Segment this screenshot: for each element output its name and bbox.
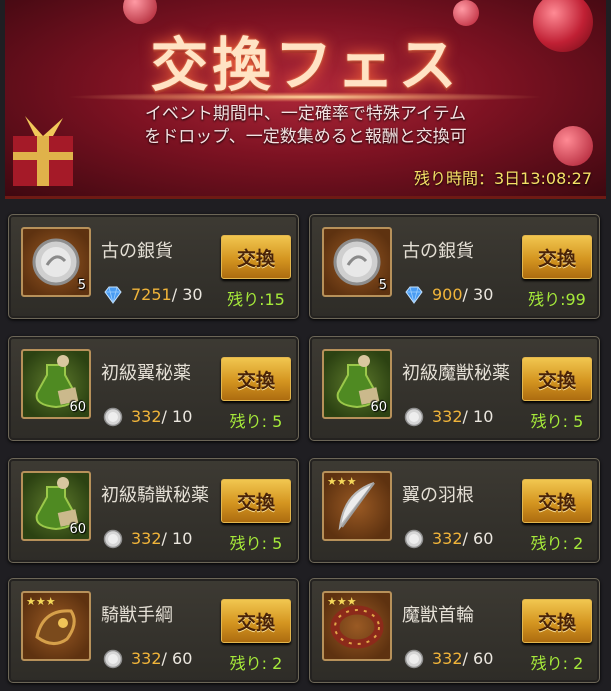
- exchange-card: 60 初級魔獣秘薬 332/ 10 交換 残り: 5: [309, 336, 600, 441]
- remaining-count: 残り:99: [528, 290, 586, 309]
- event-description-line2: をドロップ、一定数集めると報酬と交換可: [144, 127, 467, 147]
- required-amount: / 10: [161, 529, 193, 548]
- owned-amount: 7251: [131, 285, 172, 304]
- event-banner: 交換フェス イベント期間中、一定確率で特殊アイテム をドロップ、一定数集めると報…: [5, 0, 606, 199]
- cost-progress: 332/ 10: [131, 529, 192, 548]
- remaining-count: 残り: 5: [229, 412, 283, 431]
- remaining-count: 残り:15: [227, 290, 285, 309]
- item-count: 60: [69, 522, 86, 537]
- exchange-card: 60 初級翼秘薬 332/ 10 交換 残り: 5: [8, 336, 299, 441]
- silver-coin-icon: [404, 407, 424, 427]
- exchange-button[interactable]: 交換: [221, 479, 291, 523]
- required-amount: / 10: [462, 407, 494, 426]
- silver-coin-icon: [103, 529, 123, 549]
- item-name: 初級騎獣秘薬: [101, 485, 209, 506]
- item-slot[interactable]: ★★★: [21, 591, 91, 661]
- item-count: 5: [378, 278, 387, 293]
- owned-amount: 332: [131, 529, 162, 548]
- rarity-stars: ★★★: [26, 595, 56, 608]
- silver-coin-icon: [103, 407, 123, 427]
- required-amount: / 60: [161, 649, 193, 668]
- item-count: 5: [77, 278, 86, 293]
- exchange-card: 5 古の銀貨 7251/ 30 交換 残り:15: [8, 214, 299, 319]
- owned-amount: 332: [432, 649, 463, 668]
- item-name: 初級魔獣秘薬: [402, 363, 510, 384]
- required-amount: / 10: [161, 407, 193, 426]
- item-slot[interactable]: 5: [322, 227, 392, 297]
- owned-amount: 332: [131, 407, 162, 426]
- event-title: 交換フェス: [150, 31, 461, 99]
- exchange-button[interactable]: 交換: [522, 479, 592, 523]
- rarity-stars: ★★★: [327, 475, 357, 488]
- event-description-line1: イベント期間中、一定確率で特殊アイテム: [144, 104, 467, 124]
- required-amount: / 30: [462, 285, 494, 304]
- required-amount: / 30: [171, 285, 203, 304]
- cost-progress: 7251/ 30: [131, 285, 203, 304]
- item-name: 魔獣首輪: [402, 605, 474, 626]
- exchange-button[interactable]: 交換: [522, 235, 592, 279]
- item-slot[interactable]: ★★★: [322, 471, 392, 541]
- exchange-card: ★★★ 翼の羽根 332/ 60 交換 残り: 2: [309, 458, 600, 563]
- exchange-button[interactable]: 交換: [221, 357, 291, 401]
- exchange-card: 5 古の銀貨 900/ 30 交換 残り:99: [309, 214, 600, 319]
- item-name: 騎獣手綱: [101, 605, 173, 626]
- remaining-time: 残り時間：3日13:08:27: [413, 169, 592, 188]
- silver-coin-icon: [103, 649, 123, 669]
- diamond-icon: [405, 286, 423, 304]
- exchange-button[interactable]: 交換: [221, 599, 291, 643]
- exchange-button[interactable]: 交換: [522, 599, 592, 643]
- remaining-count: 残り: 2: [530, 654, 584, 673]
- cost-progress: 332/ 10: [432, 407, 493, 426]
- required-amount: / 60: [462, 529, 494, 548]
- remaining-count: 残り: 2: [229, 654, 283, 673]
- exchange-card: ★★★ 魔獣首輪 332/ 60 交換 残り: 2: [309, 578, 600, 683]
- remaining-count: 残り: 5: [229, 534, 283, 553]
- exchange-card: 60 初級騎獣秘薬 332/ 10 交換 残り: 5: [8, 458, 299, 563]
- item-count: 60: [370, 400, 387, 415]
- owned-amount: 332: [432, 407, 463, 426]
- item-slot[interactable]: 60: [322, 349, 392, 419]
- owned-amount: 332: [131, 649, 162, 668]
- item-name: 初級翼秘薬: [101, 363, 191, 384]
- required-amount: / 60: [462, 649, 494, 668]
- item-name: 翼の羽根: [402, 485, 474, 506]
- item-slot[interactable]: 60: [21, 349, 91, 419]
- item-slot[interactable]: 5: [21, 227, 91, 297]
- rarity-stars: ★★★: [327, 595, 357, 608]
- remaining-count: 残り: 5: [530, 412, 584, 431]
- silver-coin-icon: [404, 529, 424, 549]
- cost-progress: 332/ 60: [131, 649, 192, 668]
- exchange-button[interactable]: 交換: [522, 357, 592, 401]
- item-name: 古の銀貨: [402, 241, 474, 262]
- cost-progress: 332/ 60: [432, 529, 493, 548]
- cost-progress: 332/ 10: [131, 407, 192, 426]
- cost-progress: 332/ 60: [432, 649, 493, 668]
- item-slot[interactable]: ★★★: [322, 591, 392, 661]
- item-name: 古の銀貨: [101, 241, 173, 262]
- owned-amount: 332: [432, 529, 463, 548]
- owned-amount: 900: [432, 285, 463, 304]
- cost-progress: 900/ 30: [432, 285, 493, 304]
- remaining-count: 残り: 2: [530, 534, 584, 553]
- exchange-button[interactable]: 交換: [221, 235, 291, 279]
- item-count: 60: [69, 400, 86, 415]
- silver-coin-icon: [404, 649, 424, 669]
- exchange-card: ★★★ 騎獣手綱 332/ 60 交換 残り: 2: [8, 578, 299, 683]
- item-slot[interactable]: 60: [21, 471, 91, 541]
- diamond-icon: [104, 286, 122, 304]
